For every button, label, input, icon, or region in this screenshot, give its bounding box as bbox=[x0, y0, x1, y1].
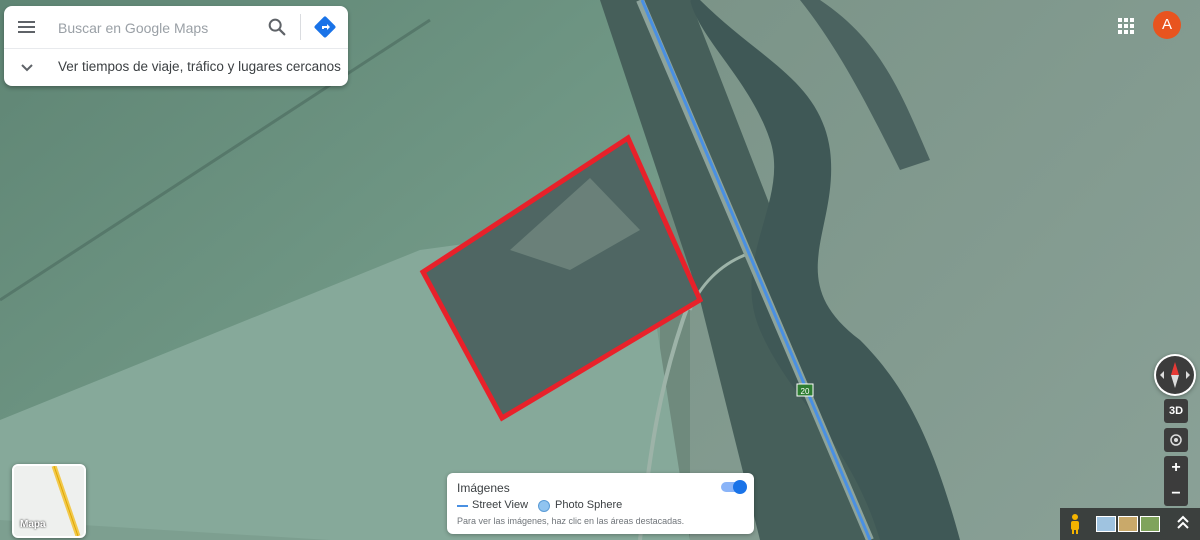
search-divider bbox=[300, 14, 301, 40]
thumbnail-sky[interactable] bbox=[1096, 516, 1116, 532]
my-location-button[interactable] bbox=[1164, 428, 1188, 452]
zoom-in-button[interactable]: + bbox=[1164, 456, 1188, 480]
expand-up-icon[interactable] bbox=[1176, 515, 1190, 531]
menu-icon[interactable] bbox=[14, 16, 40, 38]
street-view-label: Street View bbox=[472, 499, 529, 511]
travel-times-row[interactable]: Ver tiempos de viaje, tráfico y lugares … bbox=[4, 49, 348, 86]
chevron-down-icon bbox=[21, 64, 33, 72]
imagery-title: Imágenes bbox=[457, 481, 510, 495]
travel-times-text: Ver tiempos de viaje, tráfico y lugares … bbox=[58, 59, 341, 74]
avatar[interactable]: A bbox=[1153, 11, 1181, 39]
location-target-icon bbox=[1170, 434, 1182, 446]
search-icon[interactable] bbox=[266, 16, 288, 38]
compass-icon[interactable] bbox=[1154, 354, 1196, 396]
search-row bbox=[4, 6, 348, 48]
map-layer-toggle[interactable]: Mapa bbox=[12, 464, 86, 538]
tilt-3d-button[interactable]: 3D bbox=[1164, 399, 1188, 423]
zoom-out-button[interactable]: − bbox=[1164, 482, 1188, 506]
street-view-line-icon bbox=[457, 505, 468, 507]
imagery-thumbnails[interactable] bbox=[1096, 516, 1162, 532]
toggle-knob bbox=[733, 480, 747, 494]
photo-sphere-label: Photo Sphere bbox=[555, 499, 623, 511]
route-shield-label: 20 bbox=[801, 387, 810, 396]
imagery-toggle[interactable] bbox=[721, 480, 747, 494]
search-input[interactable] bbox=[56, 14, 256, 42]
directions-icon[interactable] bbox=[313, 15, 337, 39]
imagery-hint: Para ver las imágenes, haz clic en las á… bbox=[457, 516, 685, 526]
bottom-toolbar bbox=[1060, 508, 1200, 540]
imagery-panel: Imágenes Street View Photo Sphere Para v… bbox=[447, 473, 754, 534]
map-layer-label: Mapa bbox=[20, 519, 46, 530]
zoom-controls: + − bbox=[1164, 456, 1188, 506]
photo-sphere-icon bbox=[538, 500, 550, 512]
search-panel: Ver tiempos de viaje, tráfico y lugares … bbox=[4, 6, 348, 86]
thumbnail-terrain[interactable] bbox=[1140, 516, 1160, 532]
pegman-icon[interactable] bbox=[1068, 513, 1082, 535]
apps-grid-icon[interactable] bbox=[1116, 16, 1136, 36]
thumbnail-landscape[interactable] bbox=[1118, 516, 1138, 532]
